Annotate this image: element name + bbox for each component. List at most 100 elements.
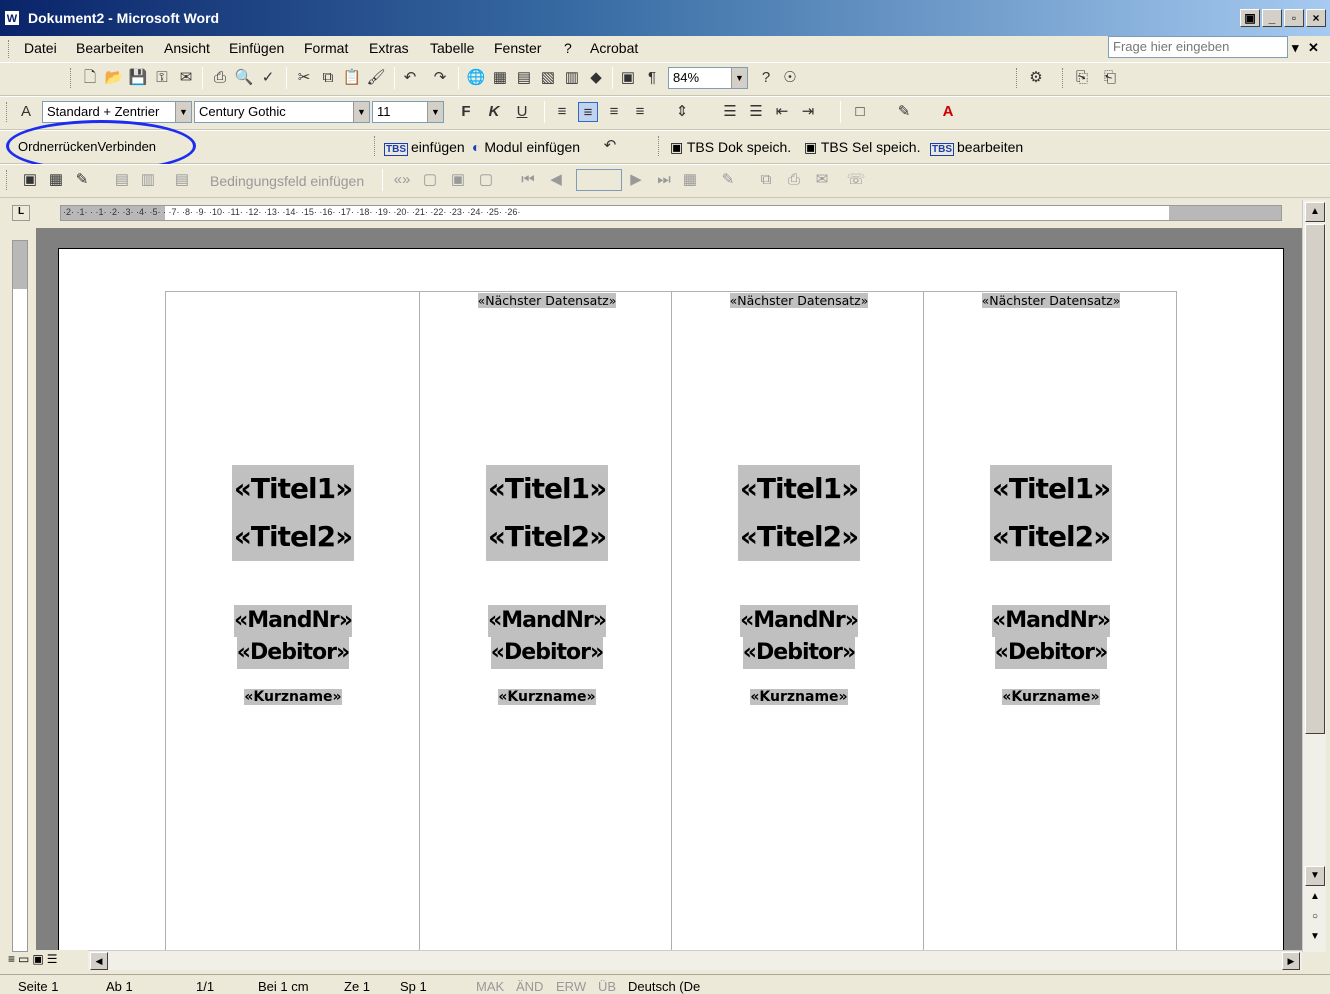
outline-view-icon[interactable]: ☰ [47, 952, 61, 966]
tbs-sel-speich-button[interactable]: ▣ TBS Sel speich. [804, 139, 920, 156]
next-record-text[interactable]: «Nächster Datensatz» [477, 293, 617, 308]
font-size-select[interactable]: 11 ▼ [372, 101, 444, 123]
previous-record-icon[interactable]: ◀ [546, 170, 566, 190]
close-doc-icon[interactable]: ✕ [1308, 40, 1319, 56]
scroll-down-icon[interactable]: ▼ [1305, 866, 1325, 886]
tables-borders-icon[interactable]: ▦ [490, 68, 510, 88]
web-layout-icon[interactable]: ▭ [18, 952, 32, 966]
debitor-field[interactable]: «Debitor» [236, 637, 350, 669]
align-center-icon[interactable]: ≡ [578, 102, 598, 122]
minimize-button[interactable]: _ [1262, 9, 1282, 27]
print-icon[interactable]: ⎙ [210, 68, 230, 88]
styles-icon[interactable]: A [16, 102, 36, 122]
mandnr-field[interactable]: «MandNr» [992, 605, 1111, 637]
record-number-input[interactable] [576, 169, 622, 191]
paste-icon[interactable]: 📋 [342, 68, 362, 88]
main-document-icon[interactable]: ▣ [20, 170, 40, 190]
show-hide-icon[interactable]: ¶ [642, 68, 662, 88]
document-page[interactable]: «Titel1» «Titel2» «MandNr» «Debitor» «Kurz… [58, 248, 1284, 950]
chevron-down-icon[interactable]: ▼ [175, 102, 191, 122]
bedingungsfeld-dropdown[interactable]: Bedingungsfeld einfügen [210, 173, 364, 189]
columns-icon[interactable]: ▥ [562, 68, 582, 88]
align-left-icon[interactable]: ≡ [552, 102, 572, 122]
hyperlink-icon[interactable]: 🌐 [466, 68, 486, 88]
save-icon[interactable]: 💾 [128, 68, 148, 88]
chevron-down-icon[interactable]: ▼ [427, 102, 443, 122]
scroll-thumb[interactable] [1305, 224, 1325, 734]
undo-icon[interactable]: ↶ [400, 68, 420, 88]
menu-format[interactable]: Format [304, 40, 348, 56]
debitor-field[interactable]: «Debitor» [994, 637, 1108, 669]
merge-to-fax-icon[interactable]: ☏ [846, 170, 866, 190]
modul-einfuegen-button[interactable]: ◐ Modul einfügen [472, 139, 580, 155]
scroll-right-icon[interactable]: ▶ [1282, 952, 1300, 970]
previous-page-icon[interactable]: ▲ [1305, 888, 1325, 908]
titel2-field[interactable]: «Titel2» [485, 513, 609, 561]
help-icon[interactable]: ? [756, 68, 776, 88]
menu-bearbeiten[interactable]: Bearbeiten [76, 40, 144, 56]
increase-indent-icon[interactable]: ⇥ [798, 102, 818, 122]
insert-excel-icon[interactable]: ▧ [538, 68, 558, 88]
justify-icon[interactable]: ≡ [630, 102, 650, 122]
horizontal-ruler[interactable]: ·2· ·1· · ·1· ·2· ·3· ·4· ·5· · ·7· ·8· … [60, 205, 1282, 221]
next-record-text[interactable]: «Nächster Datensatz» [981, 293, 1121, 308]
titel1-field[interactable]: «Titel1» [485, 465, 609, 513]
menu-acrobat[interactable]: Acrobat [590, 40, 638, 56]
menu-extras[interactable]: Extras [369, 40, 409, 56]
insert-address-icon[interactable]: ▤ [112, 170, 132, 190]
bold-icon[interactable]: F [456, 102, 476, 122]
label-cell-4[interactable]: «Nächster Datensatz» «Titel1» «Titel2» «M… [923, 291, 1177, 950]
copy-icon[interactable]: ⧉ [318, 68, 338, 88]
decrease-indent-icon[interactable]: ⇤ [772, 102, 792, 122]
redo-icon[interactable]: ↷ [430, 68, 450, 88]
drawing-icon[interactable]: ◆ [586, 68, 606, 88]
help-dropdown-icon[interactable]: ▾ [1292, 40, 1299, 56]
label-cell-2[interactable]: «Nächster Datensatz» «Titel1» «Titel2» «M… [419, 291, 673, 950]
next-record-icon[interactable]: ▶ [626, 170, 646, 190]
titel1-field[interactable]: «Titel1» [231, 465, 355, 513]
menu-datei[interactable]: Datei [24, 40, 57, 56]
chevron-down-icon[interactable]: ▼ [353, 102, 369, 122]
normal-view-icon[interactable]: ≡ [8, 952, 18, 966]
format-painter-icon[interactable]: 🖌 [366, 68, 386, 88]
vertical-scrollbar[interactable]: ▲ ▼ ▲ ○ ▼ [1302, 200, 1326, 952]
first-record-icon[interactable]: ⏮ [518, 170, 538, 190]
propagate-icon[interactable]: ▢ [476, 170, 496, 190]
pdf-email-icon[interactable]: ⎗ [1100, 68, 1120, 88]
toolbar-grip[interactable] [1062, 68, 1065, 88]
tbs-bearbeiten-button[interactable]: TBS bearbeiten [930, 139, 1023, 156]
label-cell-1[interactable]: «Titel1» «Titel2» «MandNr» «Debitor» «Kurz… [165, 291, 419, 950]
toolbar-grip[interactable] [70, 68, 73, 88]
status-extend[interactable]: ERW [556, 979, 586, 994]
email-icon[interactable]: ✉ [176, 68, 196, 88]
menu-help[interactable]: ? [564, 40, 572, 56]
next-record-text[interactable]: «Nächster Datensatz» [729, 293, 869, 308]
macro-icon[interactable]: ⚙ [1026, 68, 1046, 88]
insert-greeting-icon[interactable]: ▥ [138, 170, 158, 190]
data-source-icon[interactable]: ▦ [46, 170, 66, 190]
help-search-input[interactable]: Frage hier eingeben [1108, 36, 1288, 58]
browse-object-icon[interactable]: ○ [1305, 908, 1325, 928]
merge-to-email-icon[interactable]: ✉ [812, 170, 832, 190]
titel2-field[interactable]: «Titel2» [231, 513, 355, 561]
line-spacing-icon[interactable]: ⇕ [672, 102, 692, 122]
insert-table-icon[interactable]: ▤ [514, 68, 534, 88]
view-merged-icon[interactable]: «» [392, 170, 412, 190]
menu-grip[interactable] [8, 40, 11, 58]
recipients-icon[interactable]: ✎ [72, 170, 92, 190]
find-entry-icon[interactable]: ▦ [680, 170, 700, 190]
merge-to-printer-icon[interactable]: ⎙ [784, 170, 804, 190]
toolbar-grip[interactable] [1016, 68, 1019, 88]
underline-icon[interactable]: U [512, 102, 532, 122]
word-app-icon[interactable]: W [4, 10, 20, 26]
italic-icon[interactable]: K [484, 102, 504, 122]
status-macro-record[interactable]: MAK [476, 979, 504, 994]
titel1-field[interactable]: «Titel1» [737, 465, 861, 513]
debitor-field[interactable]: «Debitor» [742, 637, 856, 669]
zoom-select[interactable]: 84% ▼ [668, 67, 748, 89]
print-preview-icon[interactable]: 🔍 [234, 68, 254, 88]
merge-to-new-icon[interactable]: ⧉ [756, 170, 776, 190]
label-cell-3[interactable]: «Nächster Datensatz» «Titel1» «Titel2» «M… [671, 291, 925, 950]
spelling-icon[interactable]: ✓ [258, 68, 278, 88]
permission-icon[interactable]: ⚿ [152, 68, 172, 88]
